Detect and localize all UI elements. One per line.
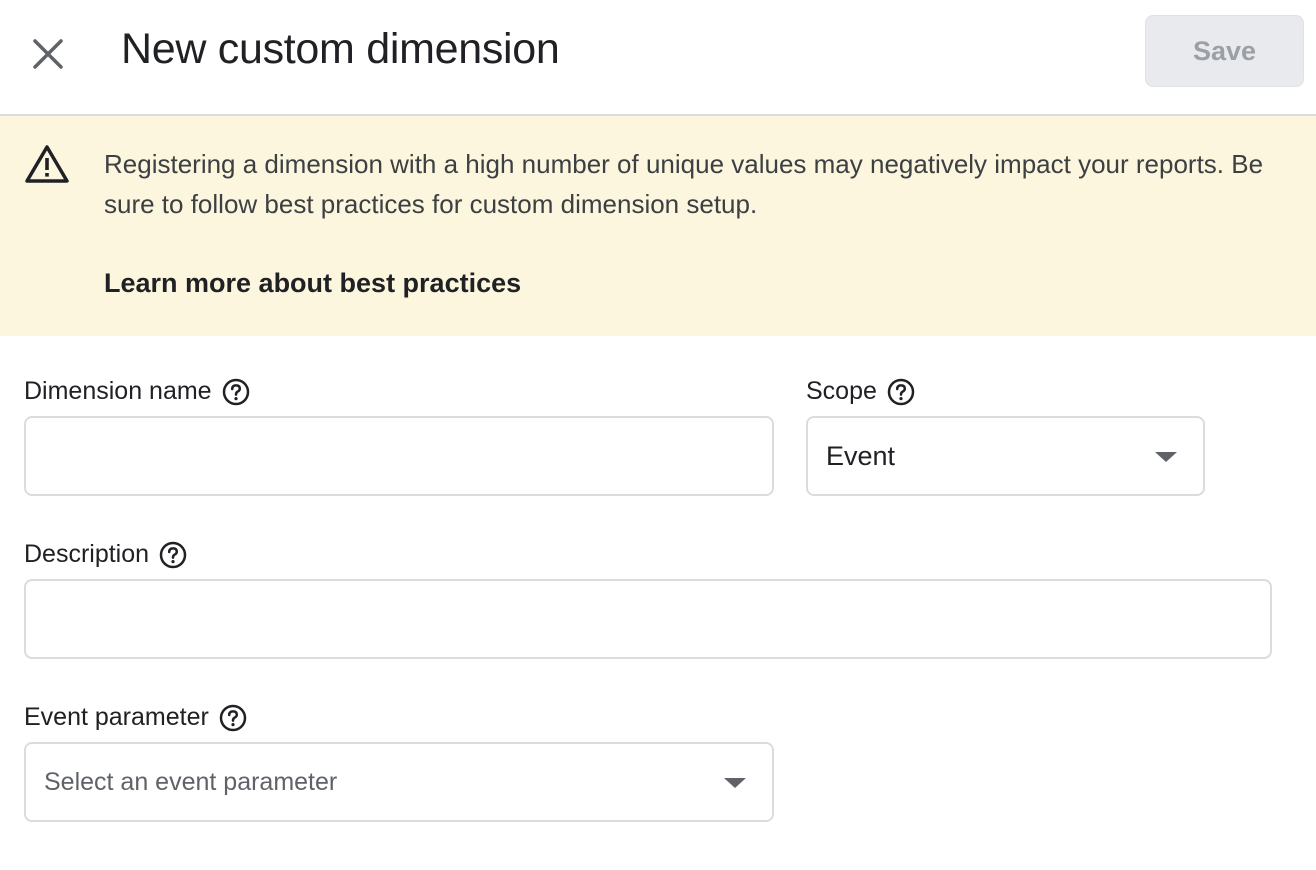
dimension-name-label: Dimension name: [24, 377, 250, 406]
help-icon[interactable]: [222, 378, 250, 406]
close-icon: [33, 39, 63, 69]
description-input[interactable]: [26, 581, 1270, 657]
best-practices-link[interactable]: Learn more about best practices: [104, 268, 521, 299]
scope-selected-value: Event: [826, 440, 896, 471]
dimension-name-input[interactable]: [26, 418, 772, 494]
description-label-text: Description: [24, 540, 150, 568]
dialog-header: New custom dimension Save: [0, 0, 1316, 116]
scope-label-text: Scope: [806, 377, 877, 405]
chevron-down-icon: [724, 778, 746, 788]
event-parameter-label-text: Event parameter: [24, 703, 209, 731]
chevron-down-icon: [1155, 452, 1177, 462]
description-label: Description: [24, 540, 187, 569]
scope-select[interactable]: Event: [806, 416, 1205, 496]
event-parameter-label: Event parameter: [24, 703, 247, 732]
warning-icon: [25, 145, 69, 183]
page-title: New custom dimension: [121, 25, 560, 73]
description-field[interactable]: [24, 579, 1272, 659]
event-parameter-placeholder: Select an event parameter: [44, 767, 338, 796]
help-icon[interactable]: [887, 378, 915, 406]
warning-message: Registering a dimension with a high numb…: [104, 149, 1264, 219]
close-button[interactable]: [22, 28, 74, 80]
help-icon[interactable]: [159, 541, 187, 569]
save-button[interactable]: Save: [1145, 15, 1304, 87]
help-icon[interactable]: [219, 704, 247, 732]
event-parameter-select[interactable]: Select an event parameter: [24, 742, 774, 822]
dimension-name-label-text: Dimension name: [24, 377, 212, 405]
scope-label: Scope: [806, 377, 915, 406]
dimension-name-field[interactable]: [24, 416, 774, 496]
